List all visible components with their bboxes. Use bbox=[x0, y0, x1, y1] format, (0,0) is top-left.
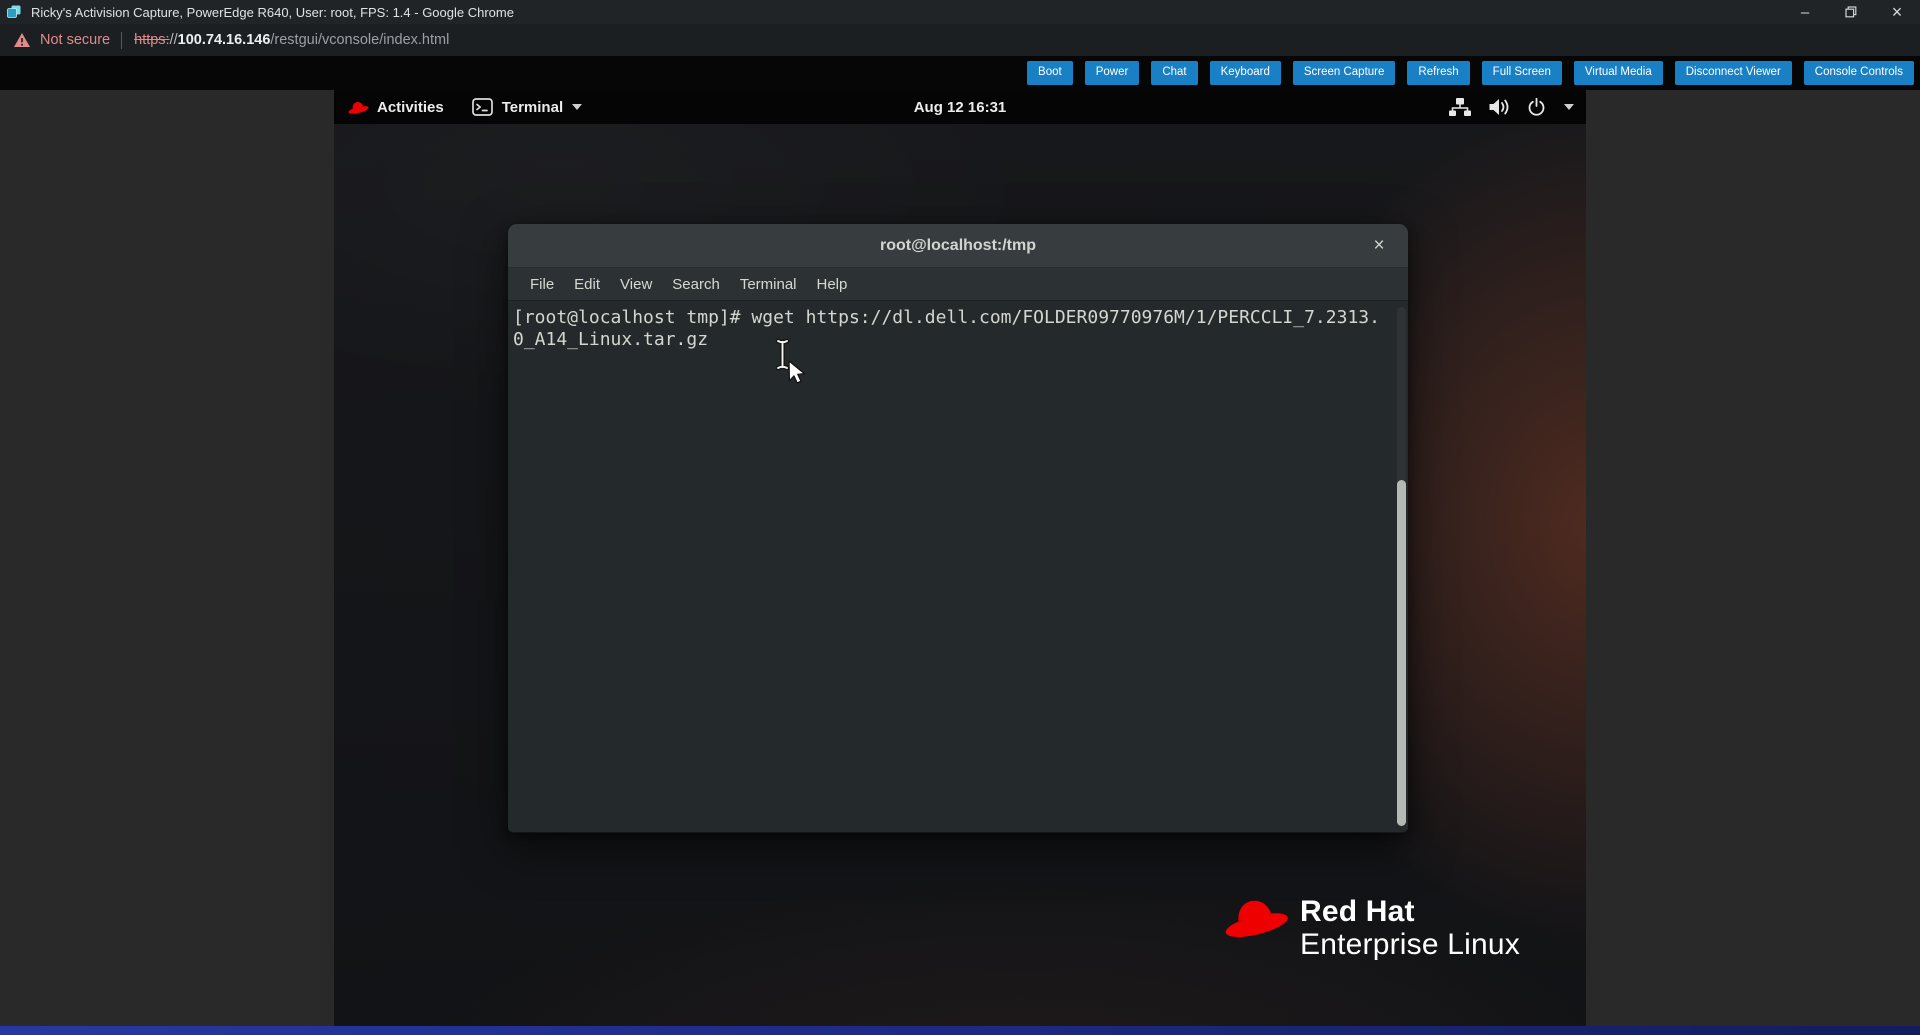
terminal-screen[interactable]: [root@localhost tmp]# wget https://dl.de… bbox=[508, 301, 1408, 832]
terminal-title: root@localhost:/tmp bbox=[880, 237, 1036, 255]
chat-button[interactable]: Chat bbox=[1151, 61, 1197, 85]
chevron-down-icon bbox=[572, 104, 582, 110]
scrollbar-thumb[interactable] bbox=[1397, 480, 1406, 826]
app-menu-label: Terminal bbox=[502, 99, 563, 116]
restore-icon[interactable] bbox=[1828, 0, 1874, 24]
redhat-branding: Red Hat Enterprise Linux bbox=[1222, 890, 1520, 962]
gnome-topbar-left: Activities Terminal bbox=[334, 98, 582, 116]
url-scheme: https: bbox=[134, 32, 169, 48]
activities-redhat-icon bbox=[347, 99, 369, 115]
menu-file[interactable]: File bbox=[520, 276, 564, 293]
redhat-branding-text: Red Hat Enterprise Linux bbox=[1300, 896, 1520, 962]
warning-icon bbox=[13, 32, 31, 48]
security-bar: Not secure https://100.74.16.146/restgui… bbox=[0, 24, 1920, 56]
minimize-icon[interactable]: – bbox=[1782, 0, 1828, 24]
browser-titlebar[interactable]: Ricky's Activision Capture, PowerEdge R6… bbox=[0, 0, 1920, 24]
menu-view[interactable]: View bbox=[610, 276, 662, 293]
not-secure-label[interactable]: Not secure bbox=[40, 32, 110, 48]
brand-line-2: Enterprise Linux bbox=[1300, 927, 1520, 962]
system-tray[interactable] bbox=[1448, 90, 1586, 124]
terminal-menubar: File Edit View Search Terminal Help bbox=[508, 268, 1408, 301]
full-screen-button[interactable]: Full Screen bbox=[1482, 61, 1562, 85]
url-path: /restgui/vconsole/index.html bbox=[270, 32, 449, 48]
console-toolbar: Boot Power Chat Keyboard Screen Capture … bbox=[0, 56, 1920, 90]
terminal-app-icon bbox=[472, 98, 493, 116]
volume-icon bbox=[1487, 97, 1511, 117]
gnome-topbar: Activities Terminal Aug 12 16:31 bbox=[334, 90, 1586, 124]
separator bbox=[121, 32, 122, 49]
network-icon bbox=[1448, 97, 1472, 117]
terminal-window: root@localhost:/tmp × File Edit View Sea… bbox=[508, 224, 1408, 833]
terminal-line: 0_A14_Linux.tar.gz bbox=[513, 329, 1404, 351]
url-host: 100.74.16.146 bbox=[178, 32, 271, 48]
url-display[interactable]: https://100.74.16.146/restgui/vconsole/i… bbox=[134, 32, 449, 48]
remote-console-viewport[interactable]: Activities Terminal Aug 12 16:31 bbox=[334, 90, 1586, 1035]
virtual-media-button[interactable]: Virtual Media bbox=[1574, 61, 1663, 85]
menu-search[interactable]: Search bbox=[662, 276, 730, 293]
clock-button[interactable]: Aug 12 16:31 bbox=[914, 99, 1007, 116]
taskbar-edge-strip bbox=[0, 1026, 1920, 1035]
brand-line-1: Red Hat bbox=[1300, 896, 1520, 927]
window-controls: – × bbox=[1782, 0, 1920, 24]
close-icon[interactable]: × bbox=[1364, 224, 1394, 268]
scrollbar-track[interactable] bbox=[1397, 307, 1406, 826]
screen-capture-button[interactable]: Screen Capture bbox=[1293, 61, 1396, 85]
window-title: Ricky's Activision Capture, PowerEdge R6… bbox=[31, 5, 514, 20]
menu-terminal[interactable]: Terminal bbox=[730, 276, 807, 293]
chevron-down-icon bbox=[1564, 104, 1574, 110]
terminal-titlebar[interactable]: root@localhost:/tmp × bbox=[508, 224, 1408, 268]
redhat-hat-icon bbox=[1222, 890, 1288, 942]
chrome-app-icon bbox=[6, 4, 22, 20]
focused-app-menu[interactable]: Terminal bbox=[472, 98, 582, 116]
refresh-button[interactable]: Refresh bbox=[1407, 61, 1469, 85]
activities-button[interactable]: Activities bbox=[377, 99, 444, 116]
screen: Ricky's Activision Capture, PowerEdge R6… bbox=[0, 0, 1920, 1035]
disconnect-viewer-button[interactable]: Disconnect Viewer bbox=[1675, 61, 1792, 85]
menu-edit[interactable]: Edit bbox=[564, 276, 610, 293]
menu-help[interactable]: Help bbox=[807, 276, 858, 293]
power-icon bbox=[1526, 97, 1547, 117]
keyboard-button[interactable]: Keyboard bbox=[1210, 61, 1281, 85]
boot-button[interactable]: Boot bbox=[1027, 61, 1073, 85]
terminal-line: [root@localhost tmp]# wget https://dl.de… bbox=[513, 307, 1404, 329]
close-icon[interactable]: × bbox=[1874, 0, 1920, 24]
url-slashes: // bbox=[170, 32, 178, 48]
console-controls-button[interactable]: Console Controls bbox=[1804, 61, 1914, 85]
power-button[interactable]: Power bbox=[1085, 61, 1140, 85]
